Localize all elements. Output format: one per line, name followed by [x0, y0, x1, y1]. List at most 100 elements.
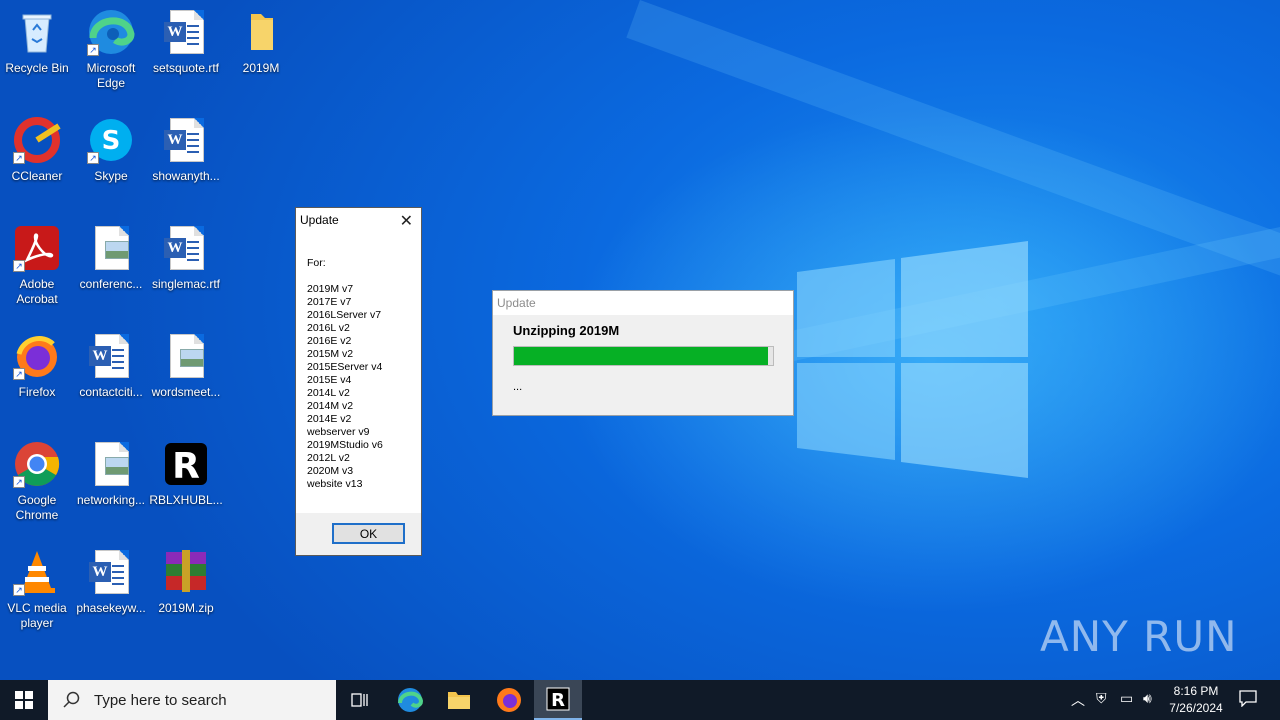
desktop-icon-label: CCleaner	[11, 169, 63, 183]
folder-icon	[237, 8, 285, 56]
taskbar: Type here to search R ︿ ⛨ ▭ 🔊︎ 8:16 PM 7…	[0, 680, 1280, 720]
image-file-icon	[87, 224, 135, 272]
update-item: 2020M v3	[307, 465, 354, 477]
network-icon[interactable]: ▭	[1120, 690, 1133, 707]
desktop-icon-recycle-bin[interactable]: Recycle Bin	[0, 4, 74, 104]
search-placeholder: Type here to search	[94, 691, 227, 709]
shortcut-arrow-icon: ↗	[13, 368, 25, 380]
desktop-icon-showanyth[interactable]: W showanyth...	[149, 112, 223, 212]
desktop-icon-label: wordsmeet...	[151, 385, 221, 399]
update-item: 2015M v2	[307, 348, 354, 360]
start-button[interactable]	[0, 680, 48, 720]
update-item: 2019M v7	[307, 283, 354, 295]
update-item: 2019MStudio v6	[307, 439, 383, 451]
svg-text:R: R	[551, 690, 565, 711]
edge-icon	[398, 688, 423, 712]
desktop-icon-label: contactciti...	[79, 385, 143, 399]
desktop-icon-label: conferenc...	[79, 277, 143, 291]
clock[interactable]: 8:16 PM 7/26/2024	[1160, 683, 1232, 717]
anyrun-watermark: ANY RUN	[1040, 612, 1238, 661]
chrome-icon: ↗	[13, 440, 61, 488]
shortcut-arrow-icon: ↗	[87, 152, 99, 164]
desktop-icon-wordsmeet[interactable]: wordsmeet...	[149, 328, 223, 428]
notifications-icon[interactable]	[1239, 689, 1257, 710]
dialog-title: Update	[300, 213, 339, 227]
vlc-icon: ↗	[13, 548, 61, 596]
desktop-icon-vlc[interactable]: ↗ VLC media player	[0, 544, 74, 644]
desktop-icon-label: 2019M	[242, 61, 280, 75]
clock-time: 8:16 PM	[1173, 684, 1219, 698]
shortcut-arrow-icon: ↗	[13, 260, 25, 272]
desktop-icon-singlemac[interactable]: W singlemac.rtf	[149, 220, 223, 320]
firefox-icon	[497, 688, 521, 712]
task-view-icon	[351, 693, 368, 707]
desktop-icon-skype[interactable]: S ↗ Skype	[74, 112, 148, 212]
desktop-icon-contactciti[interactable]: W contactciti...	[74, 328, 148, 428]
firefox-icon: ↗	[13, 332, 61, 380]
word-doc-icon: W	[162, 8, 210, 56]
taskbar-edge[interactable]	[386, 680, 434, 720]
ok-button[interactable]: OK	[332, 523, 405, 544]
word-doc-icon: W	[162, 116, 210, 164]
desktop-icon-label: 2019M.zip	[158, 601, 214, 615]
update-item: 2017E v7	[307, 296, 352, 308]
image-file-icon	[87, 440, 135, 488]
taskbar-firefox[interactable]	[485, 680, 533, 720]
taskbar-search-box[interactable]: Type here to search	[48, 680, 336, 720]
desktop-icon-phasekeyw[interactable]: W phasekeyw...	[74, 544, 148, 644]
image-file-icon	[162, 332, 210, 380]
desktop-icon-label: singlemac.rtf	[151, 277, 221, 291]
shortcut-arrow-icon: ↗	[13, 476, 25, 488]
word-doc-icon: W	[87, 548, 135, 596]
progress-status-text: Unzipping 2019M	[513, 323, 620, 338]
desktop-icon-firefox[interactable]: ↗ Firefox	[0, 328, 74, 428]
desktop-icon-setsquote[interactable]: W setsquote.rtf	[149, 4, 223, 104]
update-item: webserver v9	[307, 426, 370, 438]
update-item: website v13	[307, 478, 363, 490]
desktop: Recycle Bin ↗ CCleaner ↗ Adobe Acrobat ↗…	[0, 0, 1280, 680]
update-item: 2014L v2	[307, 387, 350, 399]
desktop-icon-label: Adobe Acrobat	[16, 277, 58, 306]
security-icon[interactable]: ⛨	[1096, 690, 1107, 707]
desktop-icon-networking[interactable]: networking...	[74, 436, 148, 536]
clock-date: 7/26/2024	[1169, 701, 1223, 715]
word-doc-icon: W	[87, 332, 135, 380]
desktop-icon-label: Google Chrome	[15, 493, 59, 522]
desktop-icon-label: networking...	[76, 493, 146, 507]
svg-text:R: R	[172, 446, 200, 487]
windows-start-icon	[15, 691, 33, 709]
task-view-button[interactable]	[336, 680, 384, 720]
close-icon[interactable]: ✕	[400, 211, 413, 231]
desktop-icon-conference[interactable]: conferenc...	[74, 220, 148, 320]
folder-icon	[448, 692, 470, 709]
progress-detail-text: ...	[513, 381, 523, 393]
update-item: 2015EServer v4	[307, 361, 383, 373]
desktop-icon-2019m-folder[interactable]: 2019M	[224, 4, 298, 104]
shortcut-arrow-icon: ↗	[13, 152, 25, 164]
ccleaner-icon: ↗	[13, 116, 61, 164]
recycle-bin-icon	[13, 8, 61, 56]
winrar-icon	[162, 548, 210, 596]
update-item: 2016L v2	[307, 322, 350, 334]
desktop-icon-edge[interactable]: ↗ Microsoft Edge	[74, 4, 148, 104]
desktop-icon-rblxhubl[interactable]: R RBLXHUBL...	[149, 436, 223, 536]
desktop-icon-google-chrome[interactable]: ↗ Google Chrome	[0, 436, 74, 536]
desktop-icon-label: VLC media player	[7, 601, 67, 630]
desktop-icon-2019m-zip[interactable]: 2019M.zip	[149, 544, 223, 644]
volume-icon[interactable]: 🔊︎	[1143, 690, 1152, 707]
for-label: For:	[307, 257, 326, 269]
desktop-icon-adobe-acrobat[interactable]: ↗ Adobe Acrobat	[0, 220, 74, 320]
desktop-icon-label: Firefox	[18, 385, 56, 399]
desktop-icon-label: showanyth...	[152, 169, 220, 183]
desktop-icon-label: Skype	[94, 169, 128, 183]
update-item: 2016LServer v7	[307, 309, 382, 321]
update-item: 2016E v2	[307, 335, 352, 347]
taskbar-roblox-app[interactable]: R	[534, 680, 582, 720]
taskbar-file-explorer[interactable]	[435, 680, 483, 720]
update-item: 2014E v2	[307, 413, 352, 425]
desktop-icon-ccleaner[interactable]: ↗ CCleaner	[0, 112, 74, 212]
desktop-icon-label: Microsoft Edge	[86, 61, 136, 90]
roblox-icon: R	[162, 440, 210, 488]
progress-bar	[513, 346, 774, 366]
chevron-up-icon[interactable]: ︿	[1071, 690, 1085, 710]
